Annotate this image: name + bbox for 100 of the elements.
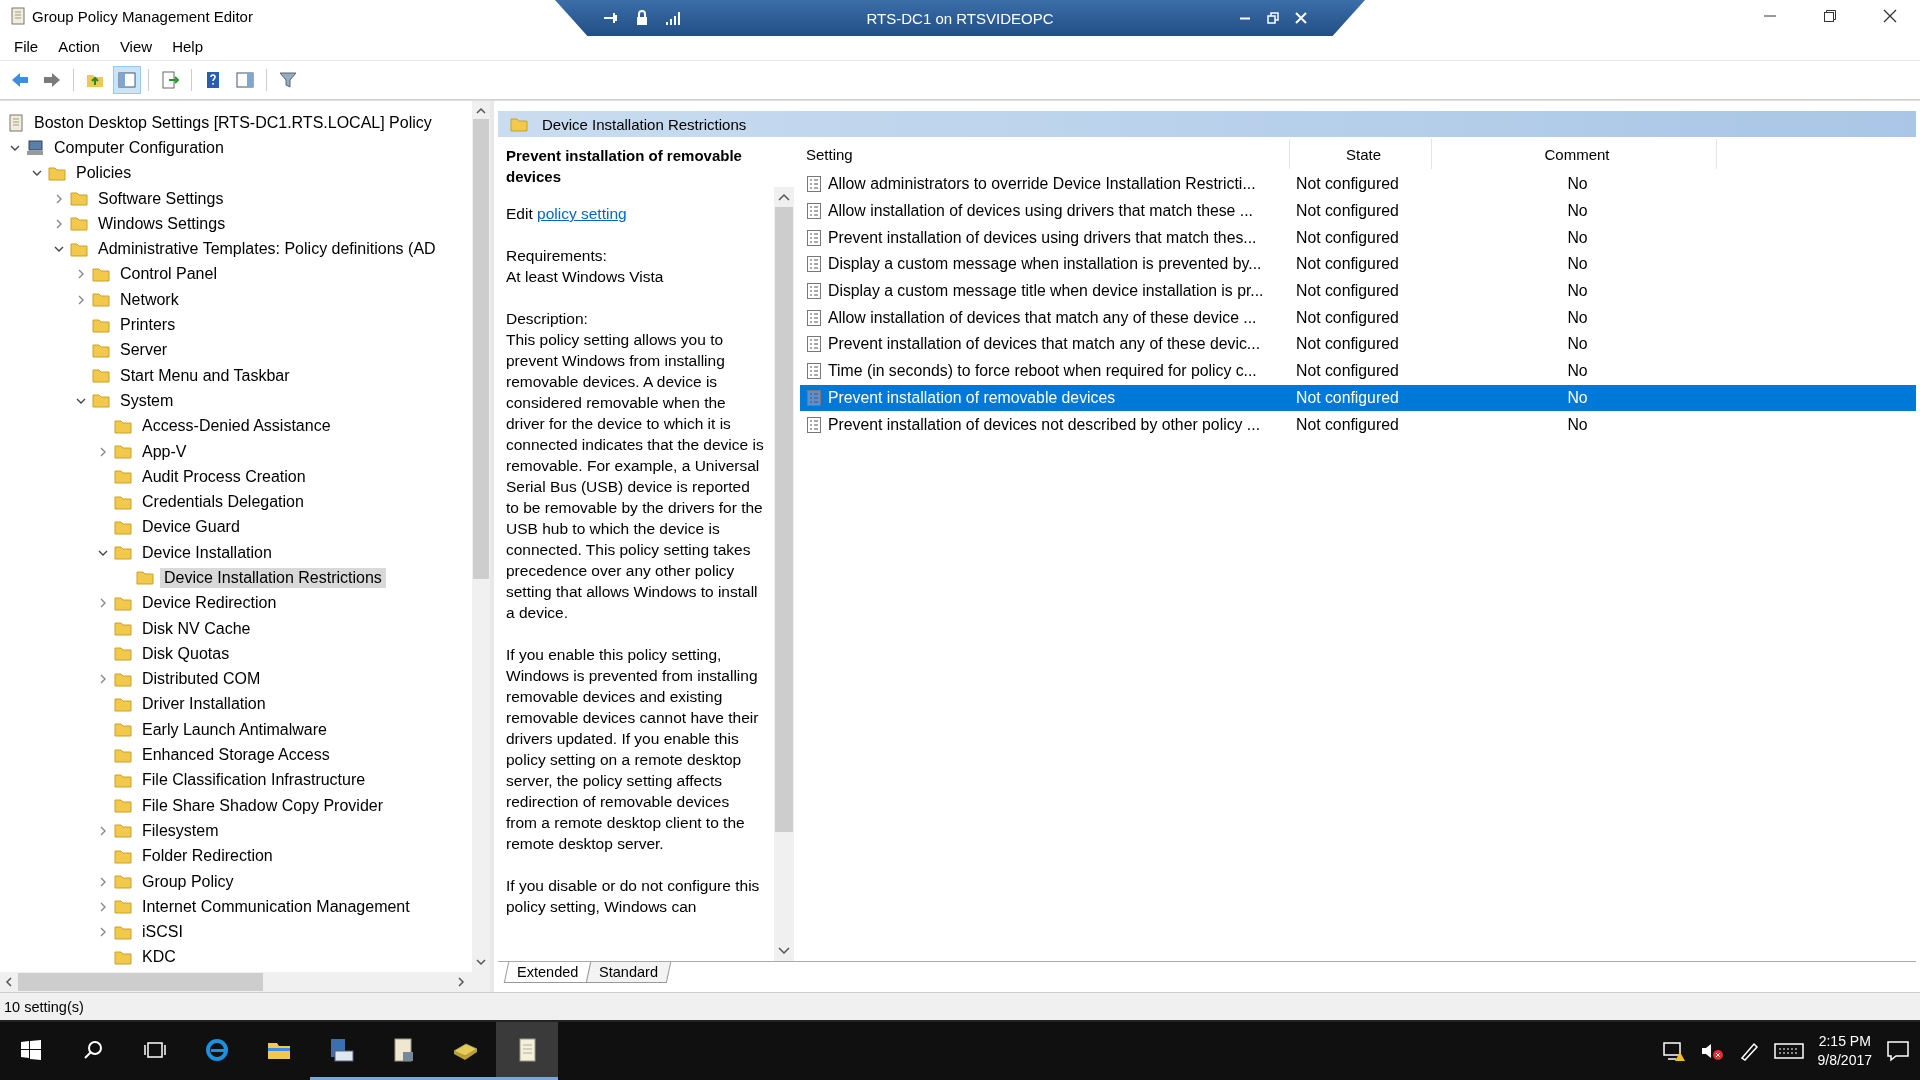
keyboard-icon[interactable] <box>1773 1041 1804 1061</box>
export-list-icon <box>160 70 180 90</box>
column-header[interactable]: Comment <box>1432 139 1717 169</box>
folder-icon <box>114 798 132 814</box>
tree-item[interactable]: Disk Quotas <box>138 643 234 664</box>
policy-setting-icon <box>806 335 822 354</box>
requirements-label: Requirements: <box>506 246 608 266</box>
settings-row[interactable]: Prevent installation of devices that match any of these devic... Not configured No <box>800 331 1916 358</box>
filter-icon <box>278 70 298 90</box>
console-tree-button[interactable] <box>113 66 141 94</box>
menu-item[interactable]: View <box>109 35 163 57</box>
policy-title: Prevent installation of removable devices <box>506 146 743 187</box>
tree-item[interactable]: File Share Shadow Copy Provider <box>138 795 387 816</box>
folder-icon <box>114 519 132 535</box>
tree-item[interactable]: Distributed COM <box>138 669 265 690</box>
settings-row[interactable]: Allow installation of devices using drivers that match these ... Not configured No <box>800 197 1916 225</box>
setting-name: Prevent installation of removable devices <box>828 388 1116 407</box>
policy-setting-icon <box>806 308 822 327</box>
notification-icon[interactable] <box>1886 1040 1910 1062</box>
menu-item[interactable]: Help <box>162 35 213 57</box>
horizontal-scrollbar[interactable] <box>0 972 490 992</box>
close-icon <box>1883 9 1897 23</box>
settings-row[interactable]: Prevent installation of removable devices Not configured No <box>800 384 1916 412</box>
settings-row[interactable]: Allow administrators to override Device Installation Restricti... Not configured No <box>800 171 1916 198</box>
state-cell-text: Not configured <box>1295 415 1400 434</box>
folder-icon <box>114 823 132 839</box>
tree-item[interactable]: Credentials Delegation <box>138 492 308 513</box>
tree-item[interactable]: Network <box>116 289 183 310</box>
vertical-scrollbar[interactable] <box>472 101 490 972</box>
tree-item[interactable]: Device Installation Restrictions <box>160 568 386 588</box>
tree-item[interactable]: Windows Settings <box>94 213 230 234</box>
description-paragraph: This policy setting allows you to prevent Windows from installing removable devices. A device is considered removable when the driver for the device to which it is connected indicates that the device is removable. For example, a Universal Serial Bus (USB) device is reported to be removable by the drivers for the USB hub to which the device is connected. This policy setting takes precedence over any other policy setting that allows Windows to install a device. <box>506 330 764 623</box>
tree-item[interactable]: Access-Denied Assistance <box>138 416 335 437</box>
state-cell-text: Not configured <box>1295 308 1400 327</box>
policy-setting-link[interactable]: policy setting <box>537 205 627 222</box>
tree-item[interactable]: Device Redirection <box>138 593 281 614</box>
view-tab[interactable]: Standard <box>586 962 672 983</box>
folder-icon <box>114 621 132 637</box>
description-scrollbar[interactable] <box>774 187 794 961</box>
policy-setting-icon <box>806 362 822 381</box>
windows-logo-icon <box>21 1039 41 1060</box>
requirements-text: At least Windows Vista <box>506 267 665 287</box>
folder-icon <box>114 646 132 662</box>
setting-name: Time (in seconds) to force reboot when required for policy c... <box>828 362 1257 381</box>
tree-item[interactable]: Control Panel <box>116 264 221 285</box>
tree-item[interactable]: Driver Installation <box>138 694 270 715</box>
folder-icon <box>114 418 132 434</box>
tree-item[interactable]: Server <box>116 340 172 361</box>
column-header[interactable]: Setting <box>800 139 1290 169</box>
network-icon[interactable] <box>1661 1040 1686 1062</box>
setting-name: Prevent installation of devices not described by other policy ... <box>828 415 1260 434</box>
tree-item[interactable]: Device Guard <box>138 517 244 538</box>
tree-item[interactable]: System <box>116 390 178 411</box>
view-tab[interactable]: Extended <box>503 962 592 983</box>
folder-icon <box>114 545 132 561</box>
column-header[interactable]: State <box>1290 139 1432 169</box>
tree-item[interactable]: Administrative Templates: Policy definitions (AD <box>94 239 440 260</box>
folder-icon <box>92 292 110 308</box>
tree-item[interactable]: Software Settings <box>94 188 228 209</box>
tree-root[interactable]: Boston Desktop Settings [RTS-DC1.RTS.LOCAL] Policy <box>30 112 436 133</box>
clock[interactable]: 2:15 PM 9/8/2017 <box>1817 1032 1872 1070</box>
tree-item[interactable]: Device Installation <box>138 542 276 563</box>
settings-row[interactable]: Display a custom message when installation is prevented by... Not configured No <box>800 251 1916 278</box>
state-cell-text: Not configured <box>1295 255 1400 274</box>
state-cell-text: Not configured <box>1295 335 1400 354</box>
comment-cell-text: No <box>1566 228 1589 247</box>
policy-scroll-icon <box>10 7 26 25</box>
tree-item[interactable]: Disk NV Cache <box>138 618 255 639</box>
tree-item[interactable]: Audit Process Creation <box>138 466 310 487</box>
comment-cell-text: No <box>1566 175 1589 194</box>
tree-item[interactable]: Early Launch Antimalware <box>138 719 331 740</box>
menu-item[interactable]: Action <box>48 35 110 57</box>
settings-row[interactable]: Allow installation of devices that match any of these device ... Not configured No <box>800 304 1916 332</box>
folder-icon <box>114 874 132 890</box>
tree-item[interactable]: Enhanced Storage Access <box>138 745 334 766</box>
settings-row[interactable]: Prevent installation of devices using drivers that match thes... Not configured No <box>800 224 1916 252</box>
tree-item[interactable]: Computer Configuration <box>50 137 228 158</box>
menu-item[interactable]: File <box>4 35 49 57</box>
tree-item[interactable]: Policies <box>72 163 136 184</box>
folder-icon <box>114 899 132 915</box>
tree-item[interactable]: File Classification Infrastructure <box>138 770 370 791</box>
clock-date: 9/8/2017 <box>1817 1051 1872 1070</box>
description-paragraph: If you disable or do not configure this policy setting, Windows can <box>506 876 761 917</box>
settings-row[interactable]: Prevent installation of devices not described by other policy ... Not configured No <box>800 411 1916 438</box>
signal-icon <box>665 11 681 25</box>
tree-item[interactable]: Filesystem <box>138 820 223 841</box>
folder-icon <box>114 671 132 687</box>
tree-item[interactable]: Printers <box>116 315 180 335</box>
setting-name: Display a custom message when installation is prevented by... <box>828 255 1262 274</box>
settings-row[interactable]: Time (in seconds) to force reboot when required for policy c... Not configured No <box>800 357 1916 385</box>
settings-row[interactable]: Display a custom message title when device installation is pr... Not configured No <box>800 277 1916 305</box>
taskbar-app-button[interactable] <box>496 1022 558 1080</box>
tree-item[interactable]: App-V <box>138 441 191 462</box>
forward-arrow-icon <box>42 70 62 90</box>
tree-item[interactable]: KDC <box>138 947 180 968</box>
tree-item[interactable]: iSCSI <box>138 922 187 943</box>
tree-item[interactable]: Internet Communication Management <box>138 896 414 917</box>
tree-item[interactable]: Group Policy <box>138 871 238 892</box>
tree-item[interactable]: Folder Redirection <box>138 846 277 867</box>
tree-item[interactable]: Start Menu and Taskbar <box>116 365 294 386</box>
